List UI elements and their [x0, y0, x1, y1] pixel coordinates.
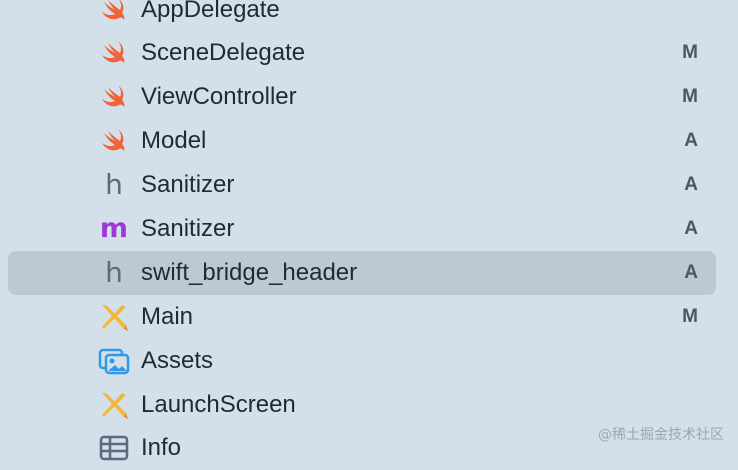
- vcs-status-badge: A: [684, 174, 698, 195]
- file-name: AppDelegate: [141, 0, 280, 23]
- vcs-status-badge: M: [682, 86, 698, 107]
- swift-file-icon: [98, 125, 130, 157]
- project-navigator: AppDelegate SceneDelegate M ViewControll…: [0, 0, 738, 461]
- file-name: Assets: [141, 347, 214, 374]
- file-row-scenedelegate[interactable]: SceneDelegate M: [8, 31, 716, 75]
- storyboard-file-icon: [98, 301, 130, 333]
- asset-catalog-icon: [98, 345, 130, 377]
- file-name: Info: [141, 434, 182, 461]
- file-name: Sanitizer: [141, 171, 235, 198]
- file-name: swift_bridge_header: [141, 259, 358, 286]
- file-row-viewcontroller[interactable]: ViewController M: [8, 75, 716, 119]
- watermark: @稀土掘金技术社区: [598, 427, 724, 443]
- file-row-model[interactable]: Model A: [8, 119, 716, 163]
- file-row-launchscreen[interactable]: LaunchScreen: [8, 383, 716, 427]
- file-name: LaunchScreen: [141, 391, 296, 418]
- file-row-assets[interactable]: Assets: [8, 339, 716, 383]
- swift-file-icon: [98, 0, 130, 26]
- objc-implementation-file-icon: m: [99, 213, 129, 244]
- header-file-icon: h: [105, 168, 123, 201]
- swift-file-icon: [98, 81, 130, 113]
- file-row-sanitizer-implementation[interactable]: m Sanitizer A: [8, 207, 716, 251]
- vcs-status-badge: M: [682, 306, 698, 327]
- file-name: Model: [141, 127, 207, 154]
- plist-file-icon: [98, 432, 130, 464]
- vcs-status-badge: A: [684, 262, 698, 283]
- file-row-main-storyboard[interactable]: Main M: [8, 295, 716, 339]
- vcs-status-badge: M: [682, 42, 698, 63]
- file-name: SceneDelegate: [141, 39, 306, 66]
- vcs-status-badge: A: [684, 130, 698, 151]
- file-row-appdelegate[interactable]: AppDelegate: [8, 0, 716, 32]
- swift-file-icon: [98, 37, 130, 69]
- file-row-sanitizer-header[interactable]: h Sanitizer A: [8, 163, 716, 207]
- file-row-swift-bridge-header[interactable]: h swift_bridge_header A: [8, 251, 716, 295]
- file-name: ViewController: [141, 83, 297, 110]
- file-name: Sanitizer: [141, 215, 235, 242]
- file-name: Main: [141, 303, 194, 330]
- header-file-icon: h: [105, 256, 123, 289]
- storyboard-file-icon: [98, 389, 130, 421]
- vcs-status-badge: A: [684, 218, 698, 239]
